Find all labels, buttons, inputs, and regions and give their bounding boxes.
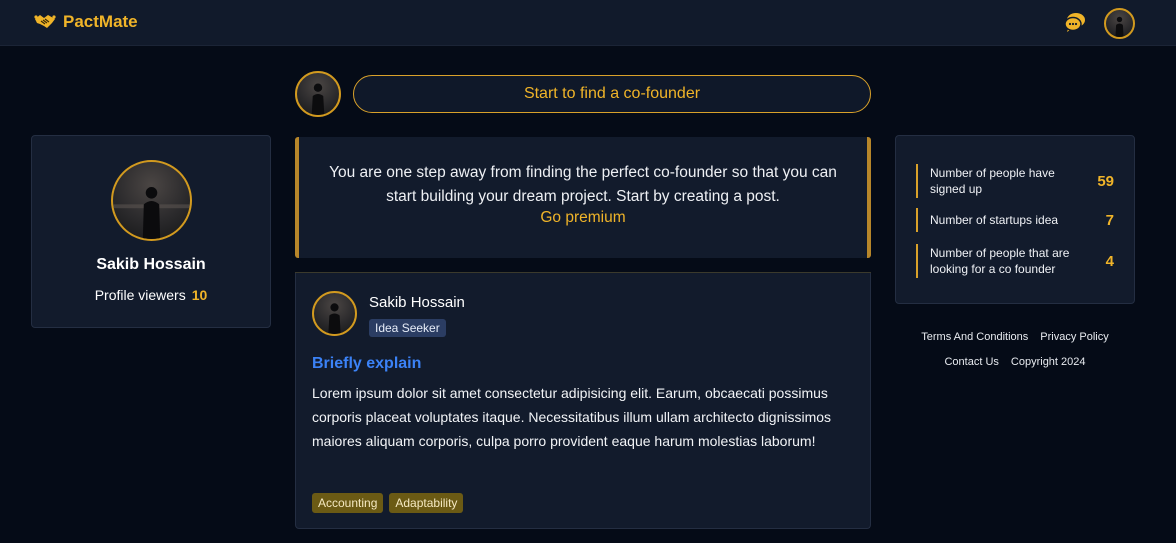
brand-logo[interactable]: PactMate [33, 11, 138, 33]
post-author-avatar[interactable] [312, 291, 357, 336]
post-card: Sakib Hossain Idea Seeker Briefly explai… [295, 273, 871, 529]
privacy-link[interactable]: Privacy Policy [1040, 329, 1108, 354]
premium-info-card: You are one step away from finding the p… [295, 137, 871, 258]
profile-card: Sakib Hossain Profile viewers 10 [31, 135, 271, 328]
tag-adaptability[interactable]: Adaptability [389, 493, 464, 513]
tag-accounting[interactable]: Accounting [312, 493, 384, 513]
stat-label: Number of people have signed up [930, 166, 1055, 196]
copyright-text: Copyright 2024 [1010, 356, 1086, 368]
profile-viewers-count: 10 [191, 287, 208, 303]
stats-card: Number of people have signed up 59 Numbe… [895, 135, 1135, 304]
post-title: Briefly explain [312, 355, 422, 372]
go-premium-link[interactable]: Go premium [299, 209, 867, 227]
stat-signed-up: Number of people have signed up 59 [916, 164, 1120, 198]
post-tags: Accounting Adaptability [312, 493, 464, 513]
post-author-name[interactable]: Sakib Hossain [369, 294, 465, 311]
stat-startup-ideas: Number of startups idea 7 [916, 208, 1120, 232]
profile-viewers-label: Profile viewers [94, 287, 186, 303]
contact-link[interactable]: Contact Us [944, 354, 998, 379]
chat-bubbles-icon[interactable] [1063, 11, 1087, 35]
post-body: Lorem ipsum dolor sit amet consectetur a… [312, 385, 832, 449]
start-find-cofounder-button[interactable]: Start to find a co-founder [353, 75, 871, 113]
profile-name: Sakib Hossain [96, 256, 206, 273]
user-avatar[interactable] [1104, 8, 1135, 39]
stat-looking-cofounder: Number of people that are looking for a … [916, 244, 1120, 278]
info-message: You are one step away from finding the p… [329, 164, 837, 205]
stat-value: 7 [1105, 211, 1114, 229]
stat-value: 4 [1105, 252, 1114, 270]
profile-viewers: Profile viewers 10 [32, 287, 270, 303]
brand-name: PactMate [63, 12, 138, 31]
stat-label: Number of startups idea [930, 213, 1059, 227]
top-navbar: PactMate [0, 0, 1176, 46]
footer-links: Terms And Conditions Privacy Policy Cont… [895, 329, 1135, 379]
handshake-icon [34, 15, 56, 28]
role-badge: Idea Seeker [369, 319, 446, 337]
composer-avatar [295, 71, 341, 117]
stat-label: Number of people that are looking for a … [930, 246, 1070, 276]
profile-avatar[interactable] [111, 160, 192, 241]
stat-value: 59 [1097, 172, 1114, 190]
terms-link[interactable]: Terms And Conditions [921, 329, 1028, 354]
